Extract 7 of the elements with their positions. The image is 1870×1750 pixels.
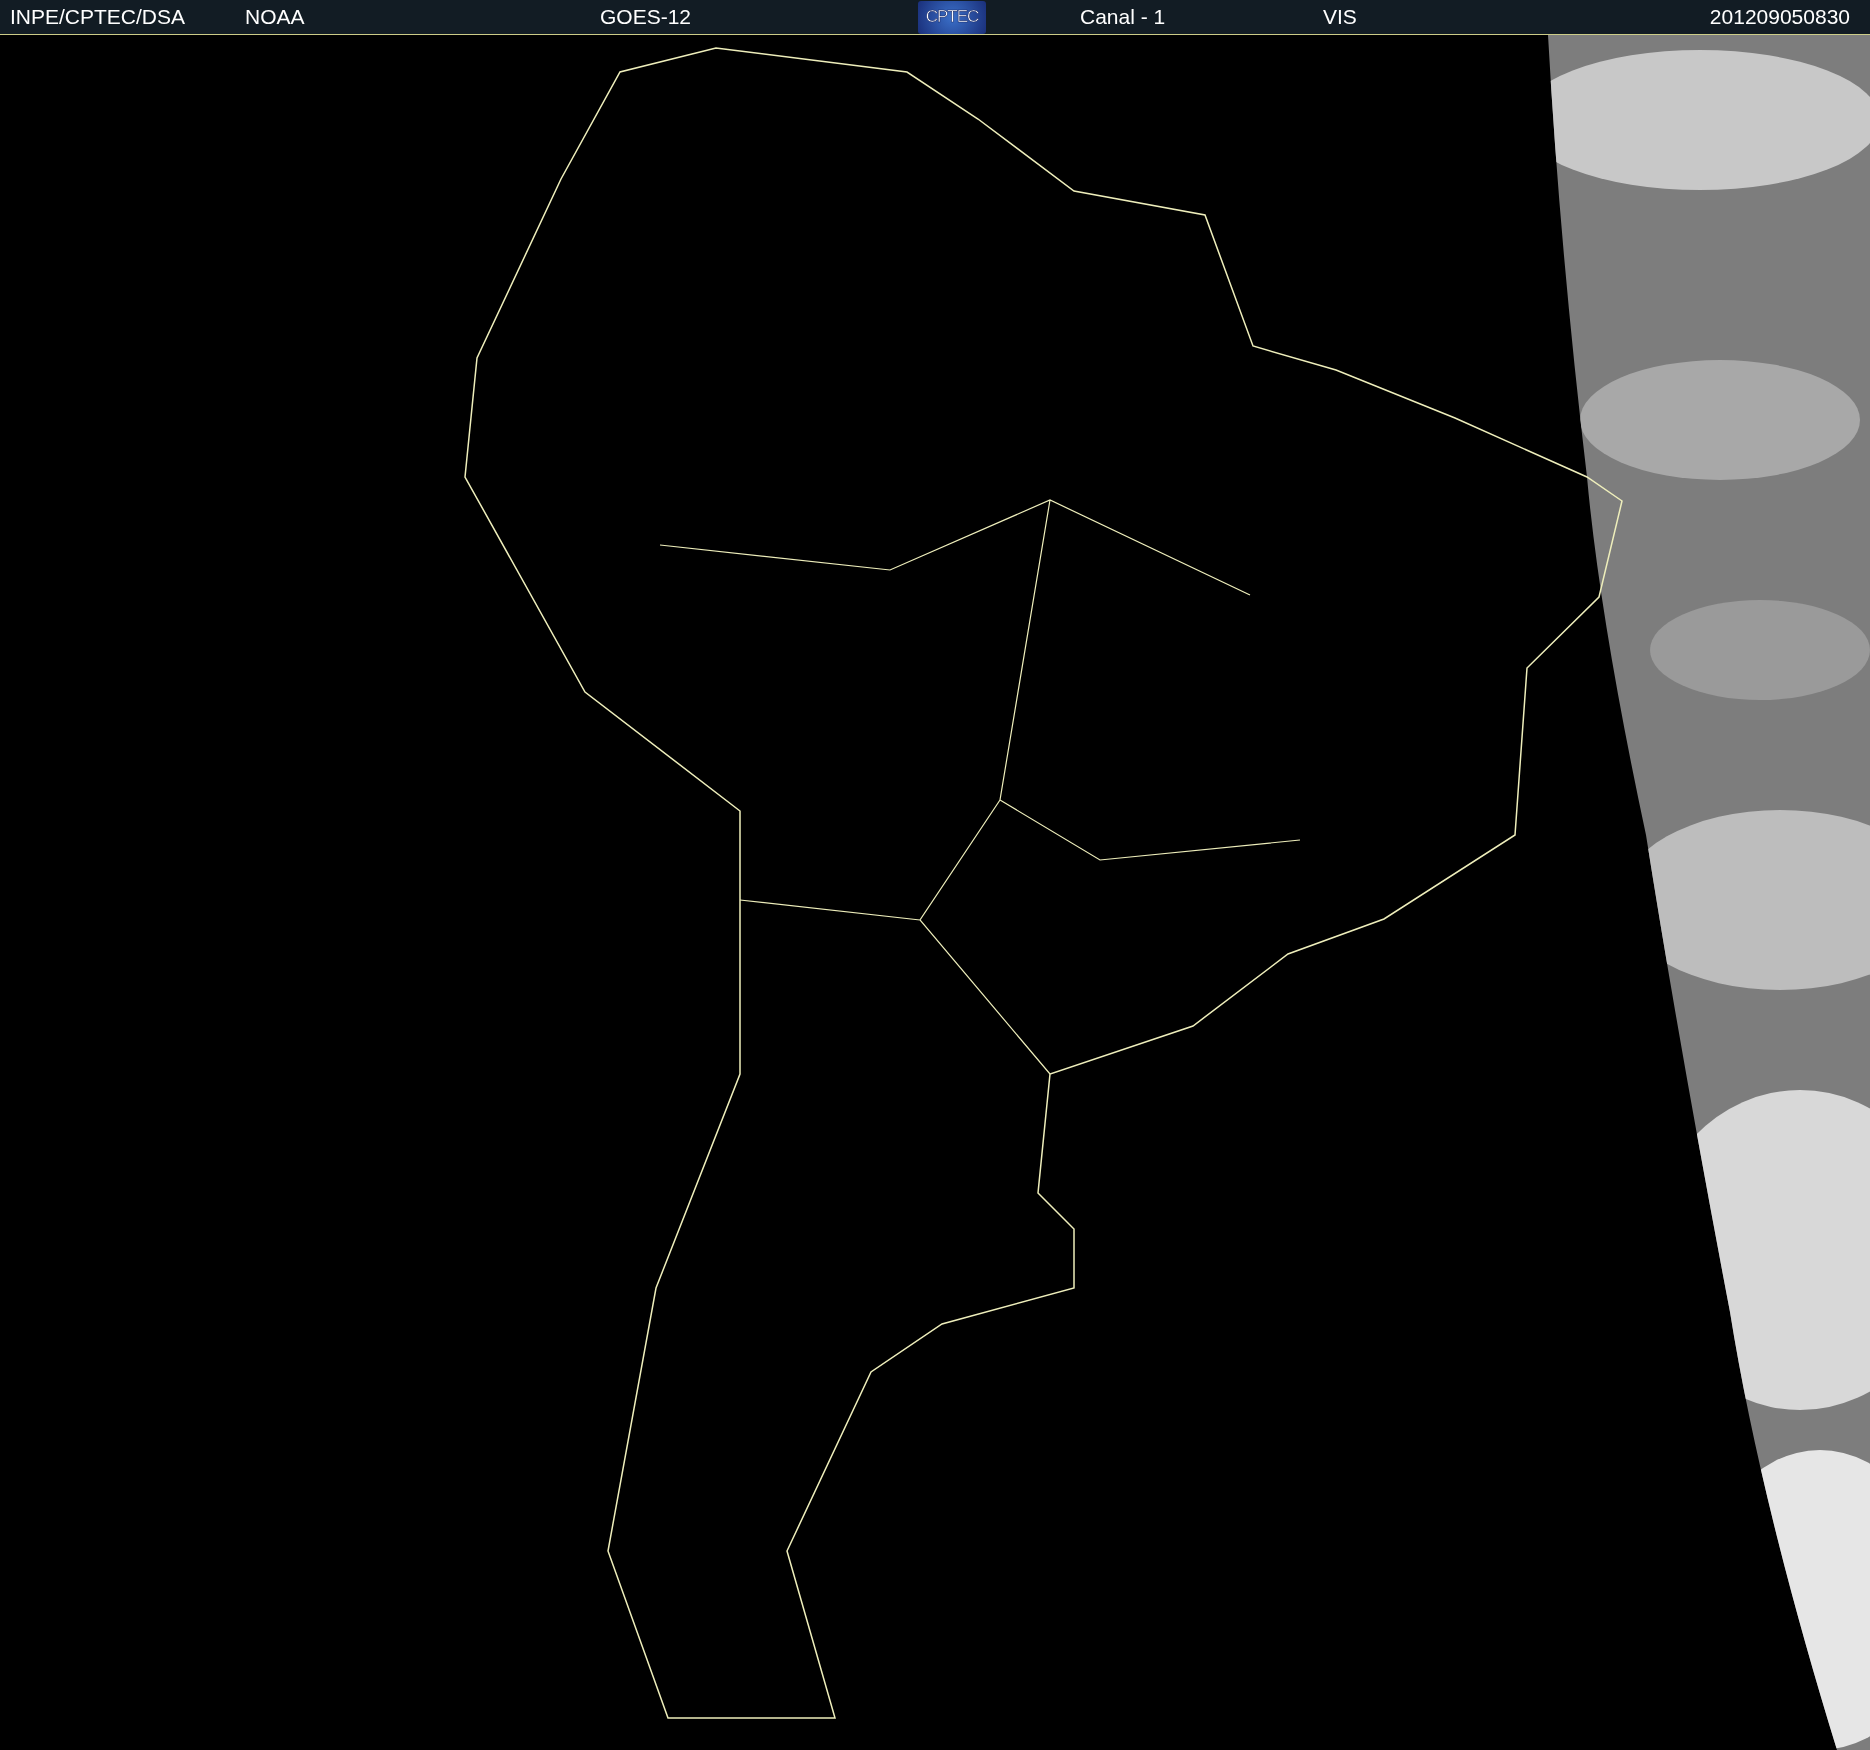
header-label: 201209050830 [1709, 5, 1850, 29]
header-label: VIS [1323, 5, 1357, 29]
header-label: NOAA [245, 5, 305, 29]
header-label: GOES-12 [600, 5, 692, 29]
header-label: INPE/CPTEC/DSA [10, 5, 186, 29]
logo: CPTEC [918, 0, 986, 34]
header-label: Canal - 1 [1080, 5, 1166, 29]
